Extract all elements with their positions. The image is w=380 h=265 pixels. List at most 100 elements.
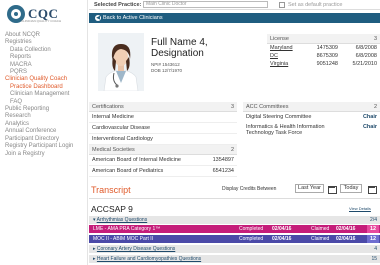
- heart-failure-questions-toggle[interactable]: ▸ Heart Failure and Cardiomyopathies Que…: [89, 255, 380, 263]
- sidebar-item[interactable]: About NCQR: [5, 32, 87, 39]
- coronary-questions-count: 4: [374, 246, 377, 252]
- acc-committee-name: Informatics & Health Information Technol…: [246, 124, 325, 136]
- acc-committee-role: Chair: [362, 124, 377, 130]
- default-practice-label: Set as default practice: [288, 2, 343, 8]
- credit-row-status: Completed: [239, 226, 264, 232]
- sidebar-item[interactable]: Public Reporting: [5, 106, 87, 113]
- medical-society-name: American Board of Internal Medicine: [92, 157, 181, 163]
- sidebar-item[interactable]: Practice Dashboard: [5, 84, 87, 91]
- acc-committees-header: ACC Committees 2: [243, 102, 380, 112]
- heart-failure-questions-count: 15: [371, 256, 377, 262]
- credit-row-claimed-date: 02/04/16: [336, 226, 356, 232]
- sidebar-item[interactable]: Research: [5, 113, 87, 120]
- credit-row-credits: 12: [367, 225, 379, 233]
- medical-society-name: American Board of Pediatrics: [92, 168, 164, 174]
- medical-societies-count: 2: [230, 146, 234, 153]
- practice-select-label: Selected Practice:: [94, 2, 142, 8]
- medical-society-item: American Board of Internal Medicine 13548…: [89, 155, 237, 166]
- today-button[interactable]: Today: [340, 184, 362, 193]
- coronary-questions-toggle[interactable]: ▸ Coronary Artery Disease Questions 4: [89, 245, 380, 253]
- clinician-name: Full Name 4, Designation: [151, 37, 208, 59]
- certifications-header: Certifications 3: [89, 102, 237, 112]
- certifications-panel: Certifications 3 Internal Medicine Cardio…: [89, 102, 237, 177]
- acc-committee-item: Digital Steering Committee Chair: [243, 112, 380, 122]
- arrhythmias-questions-label: Arrhythmias Questions: [96, 217, 148, 223]
- certification-item: Cardiovascular Disease: [89, 123, 237, 134]
- heart-failure-questions-label: Heart Failure and Cardiomyopathies Quest…: [96, 256, 202, 262]
- license-number: 9051248: [316, 61, 338, 67]
- license-state[interactable]: Maryland: [270, 45, 300, 51]
- default-practice-checkbox[interactable]: [279, 2, 285, 8]
- medical-society-id: 6541234: [212, 168, 234, 174]
- sidebar-item[interactable]: Analytics: [5, 121, 87, 128]
- credit-row-date: 02/04/16: [272, 226, 292, 232]
- medical-society-item: American Board of Pediatrics 6541234: [89, 166, 237, 177]
- transcript-title: Transcript: [91, 185, 131, 195]
- coronary-questions-label: Coronary Artery Disease Questions: [96, 246, 176, 252]
- license-state[interactable]: DC: [270, 53, 300, 59]
- acc-committees-list: Digital Steering Committee Chair Informati…: [243, 112, 380, 138]
- sidebar-item[interactable]: Data Collection: [5, 47, 87, 54]
- credit-row-claimed: Claimed: [311, 236, 330, 242]
- sidebar-item[interactable]: Reports: [5, 54, 87, 61]
- last-year-button[interactable]: Last Year: [295, 184, 324, 193]
- acc-committees-count: 2: [373, 103, 377, 110]
- certification-item: Internal Medicine: [89, 112, 237, 123]
- view-details-link[interactable]: View Details: [349, 206, 371, 211]
- clinician-ids: NPI# 1543612 DOB 12/7/1970: [151, 62, 182, 73]
- doctor-avatar-icon: [98, 33, 144, 91]
- practice-selector-bar: Selected Practice: Main Clinic Doctor Se…: [89, 0, 380, 10]
- acc-committee-name: Digital Steering Committee: [246, 114, 312, 120]
- sidebar-item[interactable]: Join a Registry: [5, 151, 87, 158]
- back-arrow-icon: ◀: [95, 14, 101, 21]
- license-title: License: [270, 35, 289, 42]
- back-to-clinicians-link[interactable]: ◀ Back to Active Clinicians: [89, 13, 380, 23]
- sidebar-item[interactable]: PQRS: [5, 69, 87, 76]
- credit-row-date: 02/04/16: [272, 236, 292, 242]
- page: CQC CLINICIAN QUALITY COACH About NCQR Re…: [0, 0, 380, 265]
- license-number: 1475309: [316, 45, 338, 51]
- sidebar-item[interactable]: Annual Conference: [5, 128, 87, 135]
- license-date: 6/8/2008: [355, 45, 377, 51]
- license-list: Maryland 1475309 6/8/2008 DC 8675309 6/8/2008…: [267, 44, 380, 68]
- license-header: License 3: [267, 34, 380, 44]
- sidebar-item[interactable]: Clinician Quality Coach: [5, 76, 87, 83]
- practice-select[interactable]: Main Clinic Doctor: [143, 1, 268, 8]
- start-date-calendar-icon[interactable]: [327, 184, 337, 194]
- certification-item: Interventional Cardiology: [89, 134, 237, 145]
- clinician-photo: [98, 33, 144, 91]
- medical-societies-list: American Board of Internal Medicine 13548…: [89, 155, 237, 177]
- credit-row-credits: 12: [367, 235, 379, 243]
- acc-committee-role: Chair: [362, 114, 377, 120]
- sidebar-item[interactable]: FAQ: [5, 99, 87, 106]
- sidebar-item[interactable]: Clinician Management: [5, 91, 87, 98]
- arrhythmias-questions-count: 2/4: [370, 217, 377, 223]
- sidebar-item[interactable]: Registries: [5, 39, 87, 46]
- credit-row-claimed-date: 02/04/16: [336, 236, 356, 242]
- license-date: 5/21/2010: [352, 61, 377, 67]
- license-row: Maryland 1475309 6/8/2008: [267, 44, 380, 52]
- arrhythmias-questions-toggle[interactable]: ▾ Arrhythmias Questions 2/4: [89, 216, 380, 224]
- medical-societies-header: Medical Societies 2: [89, 145, 237, 155]
- sidebar: CQC CLINICIAN QUALITY COACH About NCQR Re…: [0, 0, 88, 265]
- sidebar-item[interactable]: Participant Directory: [5, 136, 87, 143]
- license-number: 8675309: [316, 53, 338, 59]
- sidebar-item[interactable]: Registry Participant Login: [5, 143, 87, 150]
- back-to-clinicians-label: Back to Active Clinicians: [103, 15, 163, 21]
- logo-subtitle: CLINICIAN QUALITY COACH: [21, 19, 62, 23]
- date-of-birth: DOB 12/7/1970: [151, 67, 183, 73]
- license-row: DC 8675309 6/8/2008: [267, 52, 380, 60]
- medical-society-id: 1354897: [212, 157, 234, 163]
- end-date-calendar-icon[interactable]: [367, 184, 377, 194]
- accsap-title: ACCSAP 9: [91, 204, 133, 214]
- license-state[interactable]: Virginia: [270, 61, 300, 67]
- credit-row-moc[interactable]: MOC II - ABIM MOC Part II Completed 02/0…: [89, 235, 380, 243]
- medical-societies-title: Medical Societies: [92, 146, 135, 153]
- credit-row-lme[interactable]: LME - AMA PRA Category 1™ Completed 02/0…: [89, 225, 380, 233]
- display-credits-label: Display Credits Between: [222, 186, 277, 192]
- sidebar-nav: About NCQR Registries Data Collection Repor…: [5, 32, 87, 158]
- acc-committees-panel: ACC Committees 2 Digital Steering Commit…: [243, 102, 380, 138]
- acc-committees-title: ACC Committees: [246, 103, 289, 110]
- certifications-title: Certifications: [92, 103, 124, 110]
- sidebar-item[interactable]: MACRA: [5, 62, 87, 69]
